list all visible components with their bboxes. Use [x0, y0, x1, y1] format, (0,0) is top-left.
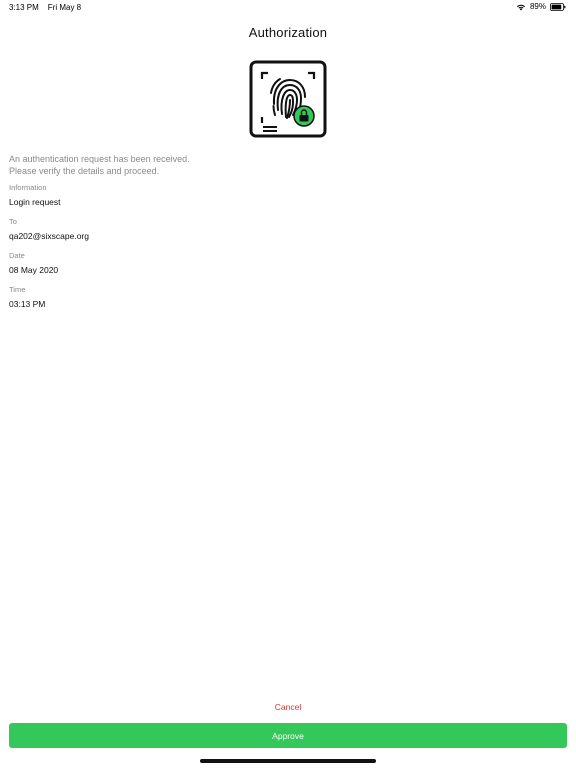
- information-value: Login request: [9, 197, 61, 207]
- date-value: 08 May 2020: [9, 265, 59, 275]
- home-indicator: [200, 759, 376, 763]
- request-message-line1: An authentication request has been recei…: [9, 154, 190, 164]
- status-left: 3:13 PM Fri May 8: [9, 3, 81, 12]
- to-value: qa202@sixscape.org: [9, 231, 89, 241]
- battery-percent: 89%: [529, 2, 546, 11]
- to-label: To: [9, 217, 17, 226]
- status-time: 3:13 PM: [9, 3, 39, 12]
- cancel-button[interactable]: Cancel: [0, 700, 576, 714]
- page-title: Authorization: [248, 25, 328, 40]
- wifi-icon: [516, 3, 526, 11]
- battery-icon: [550, 2, 566, 11]
- status-right: 89%: [516, 2, 566, 11]
- status-date: Fri May 8: [47, 3, 82, 12]
- date-label: Date: [9, 251, 25, 260]
- time-label: Time: [9, 285, 26, 294]
- fingerprint-lock-icon: [249, 60, 327, 138]
- request-message-line2: Please verify the details and proceed.: [9, 166, 160, 176]
- approve-button[interactable]: Approve: [9, 723, 567, 748]
- status-bar: 3:13 PM Fri May 8 89%: [0, 0, 576, 14]
- information-label: Information: [9, 183, 47, 192]
- request-message: An authentication request has been recei…: [9, 153, 190, 177]
- time-value: 03:13 PM: [9, 299, 46, 309]
